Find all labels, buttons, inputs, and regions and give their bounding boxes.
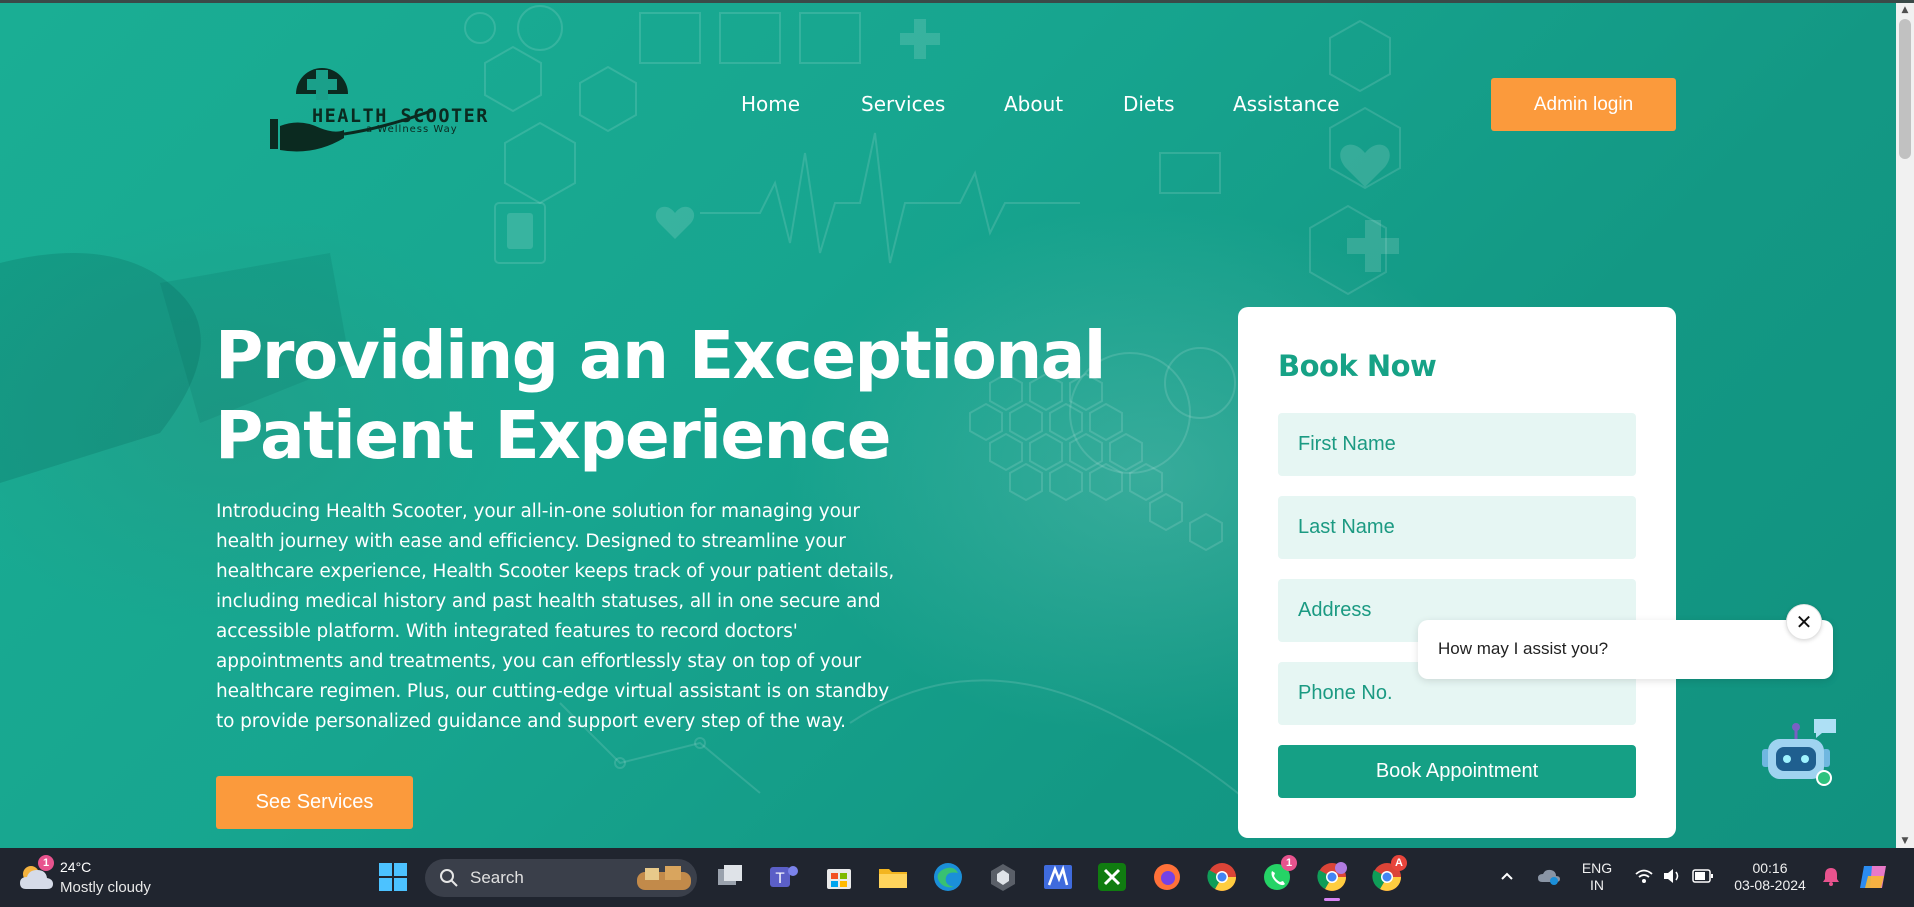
nav-home[interactable]: Home — [741, 92, 800, 116]
language-region: IN — [1590, 877, 1604, 893]
weather-badge: 1 — [38, 855, 54, 871]
intro-line: healthcare regimen. Plus, our cutting-ed… — [216, 681, 890, 702]
page-scrollbar[interactable]: ▲ ▼ — [1896, 3, 1914, 848]
file-explorer-icon[interactable] — [877, 861, 909, 893]
nav-about[interactable]: About — [1004, 92, 1063, 116]
booking-title: Book Now — [1278, 349, 1437, 383]
weather-condition: Mostly cloudy — [60, 879, 151, 896]
brand-tagline: a Wellness Way — [366, 124, 458, 135]
notification-bell-icon[interactable] — [1822, 866, 1840, 886]
volume-icon[interactable] — [1662, 867, 1682, 885]
taskbar-search[interactable]: Search — [425, 859, 697, 897]
last-name-field[interactable] — [1278, 496, 1636, 559]
chrome-profile-icon — [1317, 862, 1347, 891]
chatbot-robot-icon[interactable] — [1756, 715, 1836, 791]
intro-line: including medical history and past healt… — [216, 591, 881, 612]
microsoft-store-icon[interactable] — [823, 861, 855, 893]
whatsapp-badge: 1 — [1281, 855, 1297, 871]
search-icon — [440, 869, 458, 887]
see-services-button[interactable]: See Services — [216, 776, 413, 829]
teams-icon[interactable]: T — [768, 861, 800, 893]
headline-line-2: Patient Experience — [215, 397, 892, 474]
book-appointment-button[interactable]: Book Appointment — [1278, 745, 1636, 798]
chatbot-prompt: How may I assist you? — [1438, 639, 1609, 658]
svg-text:T: T — [775, 871, 785, 887]
task-view-icon[interactable] — [714, 861, 746, 893]
windows-start-icon[interactable] — [378, 862, 408, 892]
windows-taskbar: 1 24°C Mostly cloudy Search T 1 A ENG IN… — [0, 848, 1914, 907]
headline-line-1: Providing an Exceptional — [215, 317, 1106, 394]
language-indicator[interactable]: ENG IN — [1580, 860, 1614, 894]
nav-services[interactable]: Services — [861, 92, 945, 116]
intro-line: Introducing Health Scooter, your all-in-… — [216, 501, 860, 522]
unity-hub-icon[interactable] — [987, 861, 1019, 893]
copilot-icon[interactable] — [1858, 862, 1890, 892]
search-highlight-icon — [637, 866, 691, 890]
scroll-down-arrow-icon[interactable]: ▼ — [1896, 834, 1914, 848]
maya-app-icon[interactable] — [1042, 861, 1074, 893]
health-scooter-logo[interactable]: HEALTH SCOOTER a Wellness Way — [268, 64, 538, 154]
battery-icon[interactable] — [1692, 869, 1714, 883]
intro-line: to provide personalized guidance and sup… — [216, 711, 846, 732]
hero-intro-paragraph: Introducing Health Scooter, your all-in-… — [216, 497, 966, 737]
weather-temperature: 24°C — [60, 859, 92, 875]
scroll-thumb[interactable] — [1899, 19, 1911, 159]
xbox-icon[interactable] — [1096, 861, 1128, 893]
nav-assistance[interactable]: Assistance — [1233, 92, 1340, 116]
wifi-icon[interactable] — [1634, 867, 1654, 885]
chrome-icon[interactable] — [1206, 861, 1238, 893]
search-label: Search — [470, 868, 524, 887]
chatbot-bubble[interactable]: How may I assist you? — [1418, 620, 1833, 679]
first-name-field[interactable] — [1278, 413, 1636, 476]
clock-date: 03-08-2024 — [1734, 877, 1806, 893]
weather-widget[interactable]: 1 — [18, 855, 54, 893]
hero-headline: Providing an Exceptional Patient Experie… — [215, 316, 1135, 476]
admin-login-button[interactable]: Admin login — [1491, 78, 1676, 131]
nav-diets[interactable]: Diets — [1123, 92, 1175, 116]
chevron-up-icon[interactable] — [1499, 868, 1515, 884]
language-code: ENG — [1581, 860, 1613, 876]
onedrive-icon[interactable] — [1537, 864, 1561, 888]
chrome-profile-badge: A — [1391, 855, 1407, 871]
chrome-second-app[interactable]: A — [1371, 855, 1407, 893]
whatsapp-app[interactable]: 1 — [1261, 855, 1297, 893]
clock[interactable]: 00:16 03-08-2024 — [1730, 860, 1810, 894]
booking-form: Book Now Book Appointment — [1238, 307, 1676, 838]
intro-line: accessible platform. With integrated fea… — [216, 621, 798, 642]
clock-time: 00:16 — [1752, 860, 1788, 876]
intro-line: health journey with ease and efficiency.… — [216, 531, 846, 552]
intro-line: healthcare experience, Health Scooter ke… — [216, 561, 895, 582]
chrome-profile-active-app[interactable] — [1316, 861, 1348, 901]
scroll-up-arrow-icon[interactable]: ▲ — [1896, 3, 1914, 17]
active-app-indicator — [1324, 898, 1340, 901]
firefox-icon[interactable] — [1151, 861, 1183, 893]
intro-line: appointments and treatments, you can eff… — [216, 651, 861, 672]
close-icon[interactable]: ✕ — [1786, 604, 1822, 640]
edge-icon[interactable] — [932, 861, 964, 893]
